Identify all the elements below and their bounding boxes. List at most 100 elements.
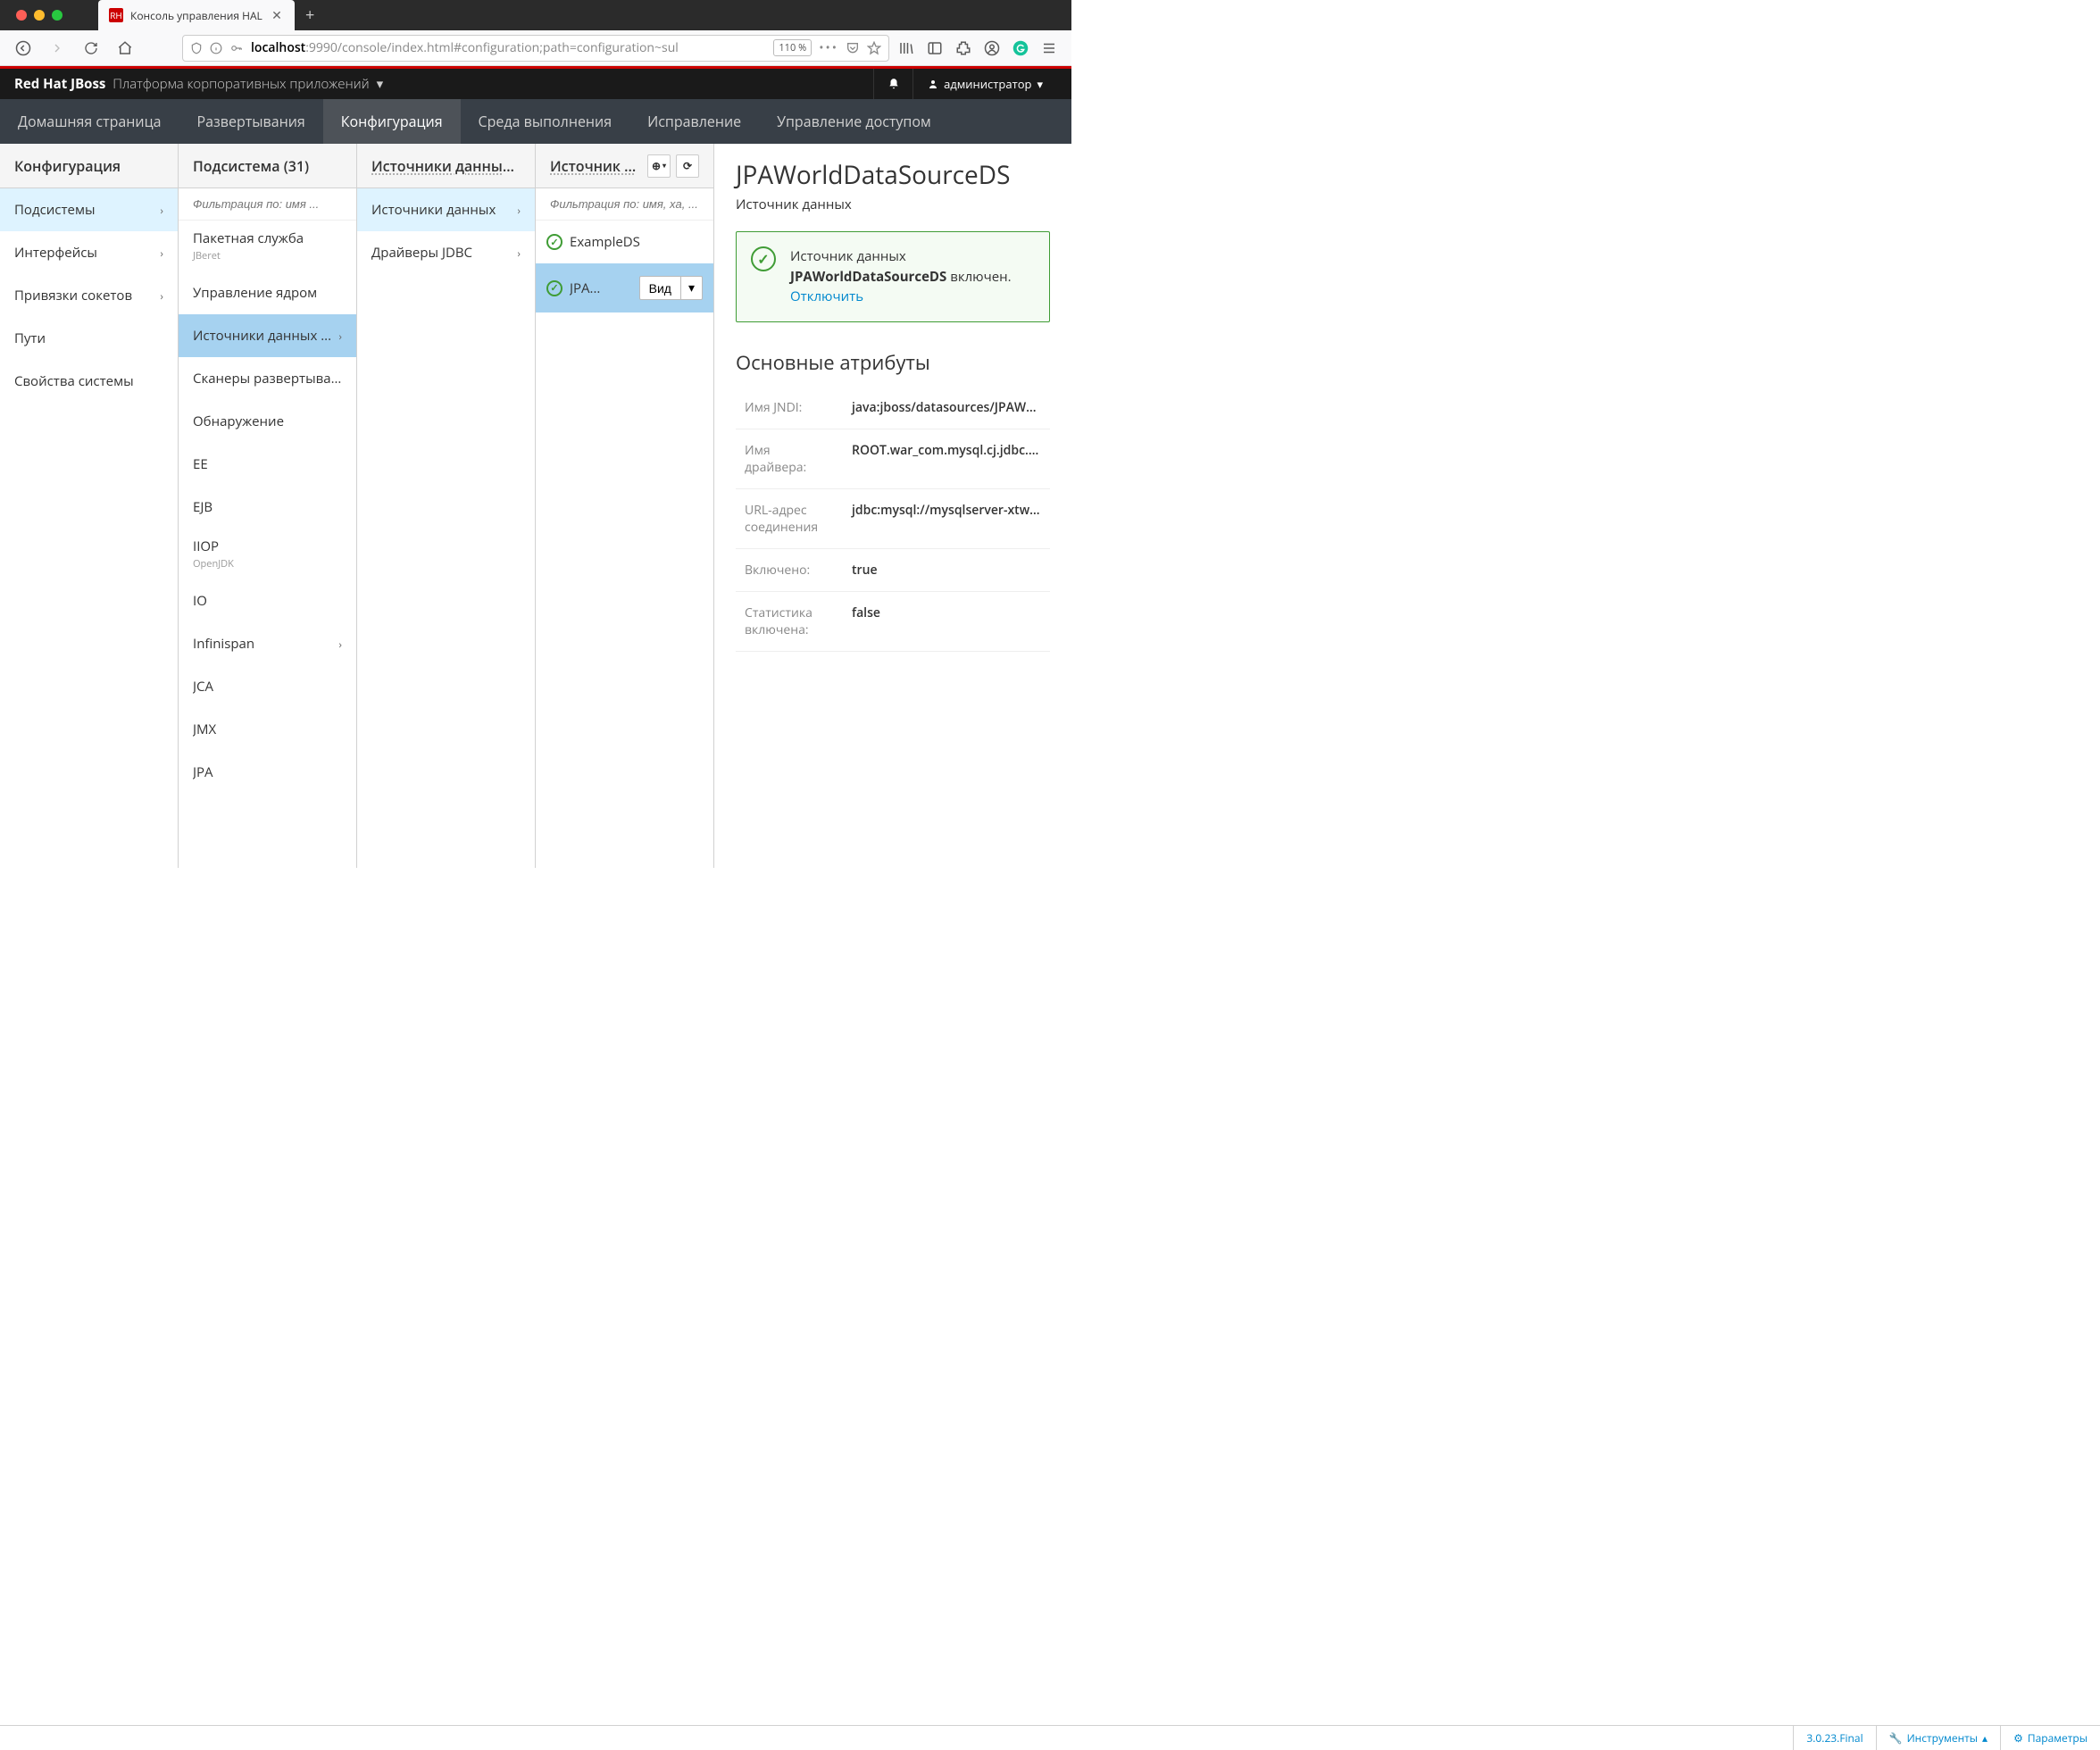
browser-chrome: RH Консоль управления HAL ✕ + [0, 0, 1071, 66]
col-header-configuration: Конфигурация [0, 144, 178, 188]
maximize-window-icon[interactable] [52, 10, 62, 21]
table-row: Статистика включена:false [736, 591, 1050, 651]
zoom-badge[interactable]: 110 % [773, 39, 812, 56]
browser-tab[interactable]: RH Консоль управления HAL ✕ [98, 0, 295, 30]
subsystem-item-batch[interactable]: Пакетная служба JBeret [179, 221, 356, 271]
detail-title: JPAWorldDataSourceDS [736, 158, 1050, 192]
chevron-up-icon: ▴ [1982, 1730, 1988, 1746]
user-name: администратор [944, 76, 1031, 92]
subsystem-item-jmx[interactable]: JMX [179, 708, 356, 751]
url-text: localhost:9990/console/index.html#config… [251, 39, 766, 56]
view-dropdown-button[interactable]: ▾ [681, 276, 703, 300]
account-icon[interactable] [984, 40, 1004, 56]
subsystem-item-ee[interactable]: EE [179, 443, 356, 486]
subsystem-item-deployscanners[interactable]: Сканеры развертывания [179, 357, 356, 400]
column-datasources-drivers: Источники данных ... Источники данных› Д… [357, 144, 536, 868]
user-menu[interactable]: администратор ▾ [912, 69, 1057, 99]
subsystem-item-ejb[interactable]: EJB [179, 486, 356, 529]
datasource-action-group: Вид ▾ [639, 276, 703, 300]
chevron-right-icon: › [338, 637, 342, 652]
datasource-item-jpa[interactable]: ✓ JPA... Вид ▾ [536, 263, 713, 312]
footer-settings[interactable]: ⚙ Параметры [2000, 1726, 2100, 1750]
datasource-item-example[interactable]: ✓ ExampleDS [536, 221, 713, 263]
home-button[interactable] [112, 36, 138, 61]
nav-access[interactable]: Управление доступом [759, 99, 949, 144]
subsystems-filter [179, 188, 356, 221]
table-row: Имя JNDI:java:jboss/datasources/JPAWorl.… [736, 387, 1050, 429]
chevron-right-icon: › [160, 203, 163, 218]
config-item-subsystems[interactable]: Подсистемы› [0, 188, 178, 231]
ds-category-drivers[interactable]: Драйверы JDBC› [357, 231, 535, 274]
attributes-table: Имя JNDI:java:jboss/datasources/JPAWorl.… [736, 387, 1050, 652]
nav-patching[interactable]: Исправление [629, 99, 759, 144]
attr-key: Имя драйвера: [736, 429, 843, 488]
grammarly-icon[interactable] [1012, 40, 1032, 56]
attr-value: true [843, 548, 1050, 591]
chevron-down-icon: ▾ [688, 280, 695, 295]
extension-icon[interactable] [955, 40, 975, 56]
refresh-button[interactable]: ⟳ [676, 154, 699, 178]
plus-icon: ⊕ [652, 158, 661, 173]
config-item-sysprops[interactable]: Свойства системы [0, 360, 178, 403]
menu-icon[interactable] [1041, 40, 1061, 56]
url-field[interactable]: localhost:9990/console/index.html#config… [182, 35, 889, 62]
close-window-icon[interactable] [16, 10, 27, 21]
config-item-paths[interactable]: Пути [0, 317, 178, 360]
column-configuration: Конфигурация Подсистемы› Интерфейсы› При… [0, 144, 179, 868]
subsystem-item-io[interactable]: IO [179, 579, 356, 622]
attr-value: false [843, 591, 1050, 651]
subsystem-item-discovery[interactable]: Обнаружение [179, 400, 356, 443]
nav-configuration[interactable]: Конфигурация [323, 99, 461, 144]
back-button[interactable] [11, 36, 36, 61]
config-item-interfaces[interactable]: Интерфейсы› [0, 231, 178, 274]
footer-bar: 3.0.23.Final 🔧 Инструменты ▴ ⚙ Параметры [0, 1725, 2100, 1750]
config-item-sockets[interactable]: Привязки сокетов› [0, 274, 178, 317]
col-header-datasources-drivers: Источники данных ... [357, 144, 535, 188]
subsystems-filter-input[interactable] [193, 197, 342, 211]
brand-dropdown-icon[interactable]: ▾ [377, 75, 384, 93]
footer-version[interactable]: 3.0.23.Final [1793, 1726, 1875, 1750]
nav-home[interactable]: Домашняя страница [0, 99, 179, 144]
col-header-datasource-list: Источник ... ⊕▾ ⟳ [536, 144, 713, 188]
subsystem-item-core[interactable]: Управление ядром [179, 271, 356, 314]
page-actions-icon[interactable]: ••• [819, 39, 838, 56]
table-row: Имя драйвера:ROOT.war_com.mysql.cj.jdbc.… [736, 429, 1050, 488]
col-header-subsystems: Подсистема (31) [179, 144, 356, 188]
chevron-right-icon: › [160, 246, 163, 261]
datasource-filter-input[interactable] [550, 197, 699, 211]
new-tab-button[interactable]: + [295, 4, 325, 26]
url-bar-row: localhost:9990/console/index.html#config… [0, 30, 1071, 66]
sidebar-icon[interactable] [927, 40, 946, 56]
subsystem-item-jca[interactable]: JCA [179, 665, 356, 708]
subsystem-item-jpa[interactable]: JPA [179, 751, 356, 794]
check-circle-icon: ✓ [751, 246, 776, 271]
view-button[interactable]: Вид [639, 276, 681, 300]
reload-button[interactable] [79, 36, 104, 61]
library-icon[interactable] [898, 40, 918, 56]
attr-key: Статистика включена: [736, 591, 843, 651]
attr-value: ROOT.war_com.mysql.cj.jdbc.Dri... [843, 429, 1050, 488]
bookmark-star-icon[interactable] [867, 41, 881, 55]
forward-button[interactable] [45, 36, 70, 61]
column-datasource-list: Источник ... ⊕▾ ⟳ ✓ ExampleDS ✓ JPA... В… [536, 144, 714, 868]
footer-tools[interactable]: 🔧 Инструменты ▴ [1876, 1726, 2000, 1750]
main-nav: Домашняя страница Развертывания Конфигур… [0, 99, 1071, 144]
brand: Red Hat JBoss Платформа корпоративных пр… [14, 75, 383, 93]
subsystem-item-infinispan[interactable]: Infinispan› [179, 622, 356, 665]
detail-subtitle: Источник данных [736, 196, 1050, 213]
subsystem-item-datasources[interactable]: Источники данных ...› [179, 314, 356, 357]
nav-deployments[interactable]: Развертывания [179, 99, 323, 144]
shield-icon [190, 42, 203, 54]
minimize-window-icon[interactable] [34, 10, 45, 21]
wrench-icon: 🔧 [1889, 1730, 1903, 1746]
ds-category-datasources[interactable]: Источники данных› [357, 188, 535, 231]
notifications-button[interactable] [873, 69, 912, 99]
attr-key: Имя JNDI: [736, 387, 843, 429]
subsystem-item-iiop[interactable]: IIOP OpenJDK [179, 529, 356, 579]
tab-close-icon[interactable]: ✕ [270, 7, 284, 24]
section-title: Основные атрибуты [736, 349, 1050, 376]
nav-runtime[interactable]: Среда выполнения [461, 99, 630, 144]
add-datasource-button[interactable]: ⊕▾ [647, 154, 671, 178]
disable-link[interactable]: Отключить [790, 288, 863, 305]
pocket-icon[interactable] [846, 41, 860, 55]
